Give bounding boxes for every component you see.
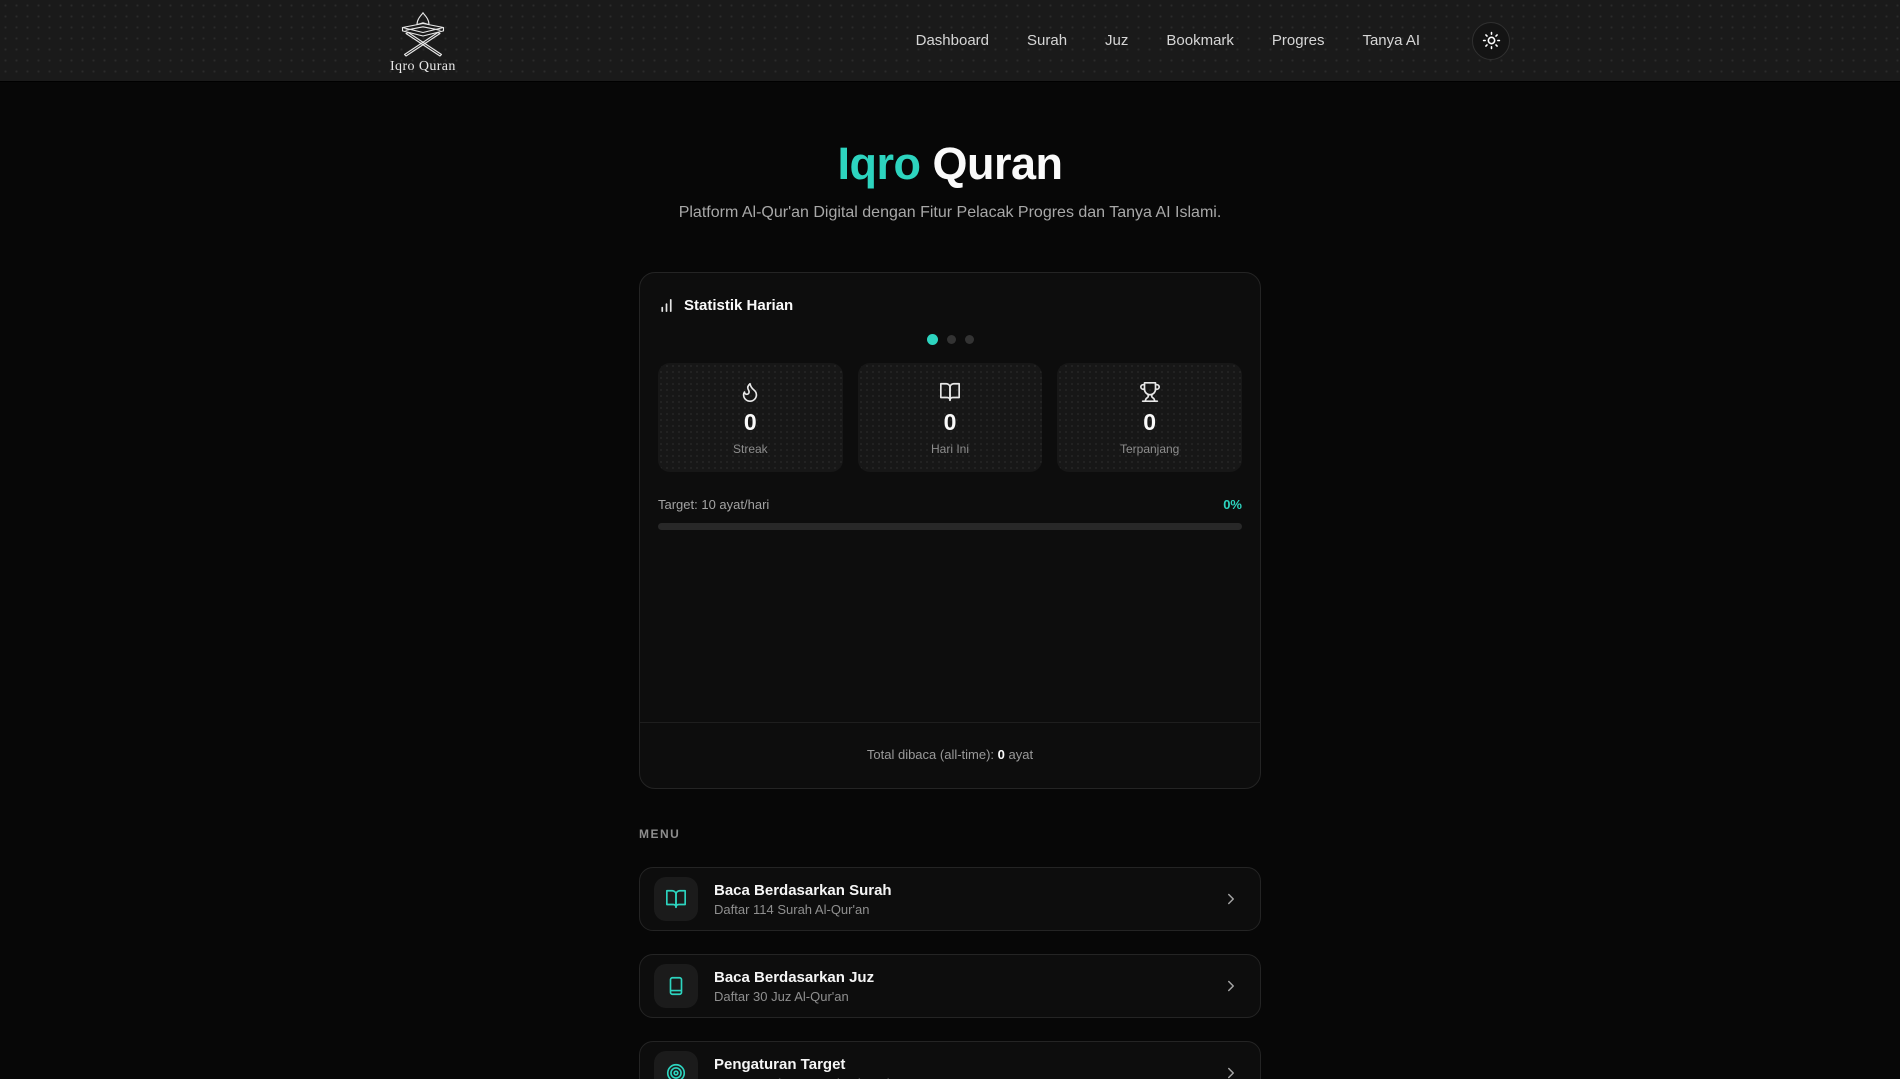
menu-item-subtitle: Daftar 114 Surah Al-Qur'an bbox=[714, 902, 1206, 917]
book-open-icon bbox=[866, 381, 1035, 403]
nav-link-bookmark[interactable]: Bookmark bbox=[1166, 32, 1234, 49]
menu-item-pengaturan-target[interactable]: Pengaturan Target Atur target bacaan & ba… bbox=[639, 1041, 1261, 1079]
stat-value: 0 bbox=[666, 409, 835, 436]
nav-link-surah[interactable]: Surah bbox=[1027, 32, 1067, 49]
theme-toggle-button[interactable] bbox=[1472, 22, 1510, 60]
book-icon bbox=[665, 975, 687, 997]
menu-item-subtitle: Atur target bacaan & backup data bbox=[714, 1076, 1206, 1079]
page-title-rest: Quran bbox=[932, 138, 1062, 189]
menu-heading: MENU bbox=[639, 827, 1261, 841]
sun-icon bbox=[1482, 31, 1501, 50]
total-read-suffix: ayat bbox=[1005, 747, 1033, 762]
page-title-accent: Iqro bbox=[837, 138, 920, 189]
menu-item-subtitle: Daftar 30 Juz Al-Qur'an bbox=[714, 989, 1206, 1004]
total-read-prefix: Total dibaca (all-time): bbox=[867, 747, 998, 762]
stats-card-title: Statistik Harian bbox=[684, 297, 793, 314]
nav-links: Dashboard Surah Juz Bookmark Progres Tanya AI bbox=[916, 22, 1510, 60]
carousel-dot-2[interactable] bbox=[947, 335, 956, 344]
stat-box-hari-ini: 0 Hari Ini bbox=[858, 363, 1043, 472]
menu-item-icon-wrap bbox=[654, 964, 698, 1008]
target-percent: 0% bbox=[1223, 497, 1242, 512]
nav-link-tanya-ai[interactable]: Tanya AI bbox=[1362, 32, 1420, 49]
carousel-dots bbox=[658, 334, 1242, 345]
menu-list: Baca Berdasarkan Surah Daftar 114 Surah A… bbox=[639, 867, 1261, 1079]
target-progress-bar bbox=[658, 523, 1242, 530]
stat-label: Streak bbox=[666, 442, 835, 456]
nav-link-progres[interactable]: Progres bbox=[1272, 32, 1325, 49]
target-label: Target: 10 ayat/hari bbox=[658, 497, 769, 512]
stats-card-header: Statistik Harian bbox=[658, 297, 1242, 314]
chart-empty-area bbox=[658, 530, 1242, 722]
menu-item-baca-berdasarkan-surah[interactable]: Baca Berdasarkan Surah Daftar 114 Surah A… bbox=[639, 867, 1261, 931]
nav-link-juz[interactable]: Juz bbox=[1105, 32, 1128, 49]
page-subtitle: Platform Al-Qur'an Digital dengan Fitur … bbox=[0, 204, 1900, 222]
book-open-icon bbox=[665, 888, 687, 910]
stat-value: 0 bbox=[1065, 409, 1234, 436]
menu-item-texts: Pengaturan Target Atur target bacaan & ba… bbox=[714, 1056, 1206, 1079]
brand-name: Iqro Quran bbox=[390, 59, 456, 75]
target-row: Target: 10 ayat/hari 0% bbox=[658, 497, 1242, 512]
nav-link-dashboard[interactable]: Dashboard bbox=[916, 32, 989, 49]
stat-grid: 0 Streak 0 Hari Ini 0 Terpanjang bbox=[658, 363, 1242, 472]
menu-item-title: Baca Berdasarkan Juz bbox=[714, 969, 1206, 986]
menu-item-icon-wrap bbox=[654, 877, 698, 921]
total-read-summary: Total dibaca (all-time): 0 ayat bbox=[658, 723, 1242, 788]
flame-icon bbox=[666, 381, 835, 403]
chevron-right-icon bbox=[1222, 890, 1240, 908]
total-read-value: 0 bbox=[998, 747, 1005, 762]
stat-label: Terpanjang bbox=[1065, 442, 1234, 456]
stat-value: 0 bbox=[866, 409, 1035, 436]
carousel-dot-1[interactable] bbox=[927, 334, 938, 345]
menu-item-baca-berdasarkan-juz[interactable]: Baca Berdasarkan Juz Daftar 30 Juz Al-Qur… bbox=[639, 954, 1261, 1018]
chevron-right-icon bbox=[1222, 977, 1240, 995]
trophy-icon bbox=[1065, 381, 1234, 403]
bar-chart-icon bbox=[658, 297, 675, 314]
menu-item-title: Pengaturan Target bbox=[714, 1056, 1206, 1073]
menu-item-icon-wrap bbox=[654, 1051, 698, 1079]
daily-stats-card: Statistik Harian 0 Streak 0 Hari Ini 0 Terpan… bbox=[639, 272, 1261, 789]
navbar: Iqro Quran Dashboard Surah Juz Bookmark Prog… bbox=[0, 0, 1900, 82]
page-title: IqroQuran bbox=[0, 138, 1900, 190]
carousel-dot-3[interactable] bbox=[965, 335, 974, 344]
quran-rehal-icon bbox=[399, 12, 447, 58]
menu-item-texts: Baca Berdasarkan Surah Daftar 114 Surah A… bbox=[714, 882, 1206, 917]
chevron-right-icon bbox=[1222, 1064, 1240, 1079]
stat-label: Hari Ini bbox=[866, 442, 1035, 456]
brand-logo[interactable]: Iqro Quran bbox=[390, 6, 456, 75]
menu-item-texts: Baca Berdasarkan Juz Daftar 30 Juz Al-Qur… bbox=[714, 969, 1206, 1004]
stat-box-streak: 0 Streak bbox=[658, 363, 843, 472]
navbar-inner: Iqro Quran Dashboard Surah Juz Bookmark Prog… bbox=[380, 0, 1520, 81]
hero: IqroQuran Platform Al-Qur'an Digital den… bbox=[0, 138, 1900, 222]
menu-item-title: Baca Berdasarkan Surah bbox=[714, 882, 1206, 899]
target-icon bbox=[665, 1062, 687, 1079]
stat-box-terpanjang: 0 Terpanjang bbox=[1057, 363, 1242, 472]
